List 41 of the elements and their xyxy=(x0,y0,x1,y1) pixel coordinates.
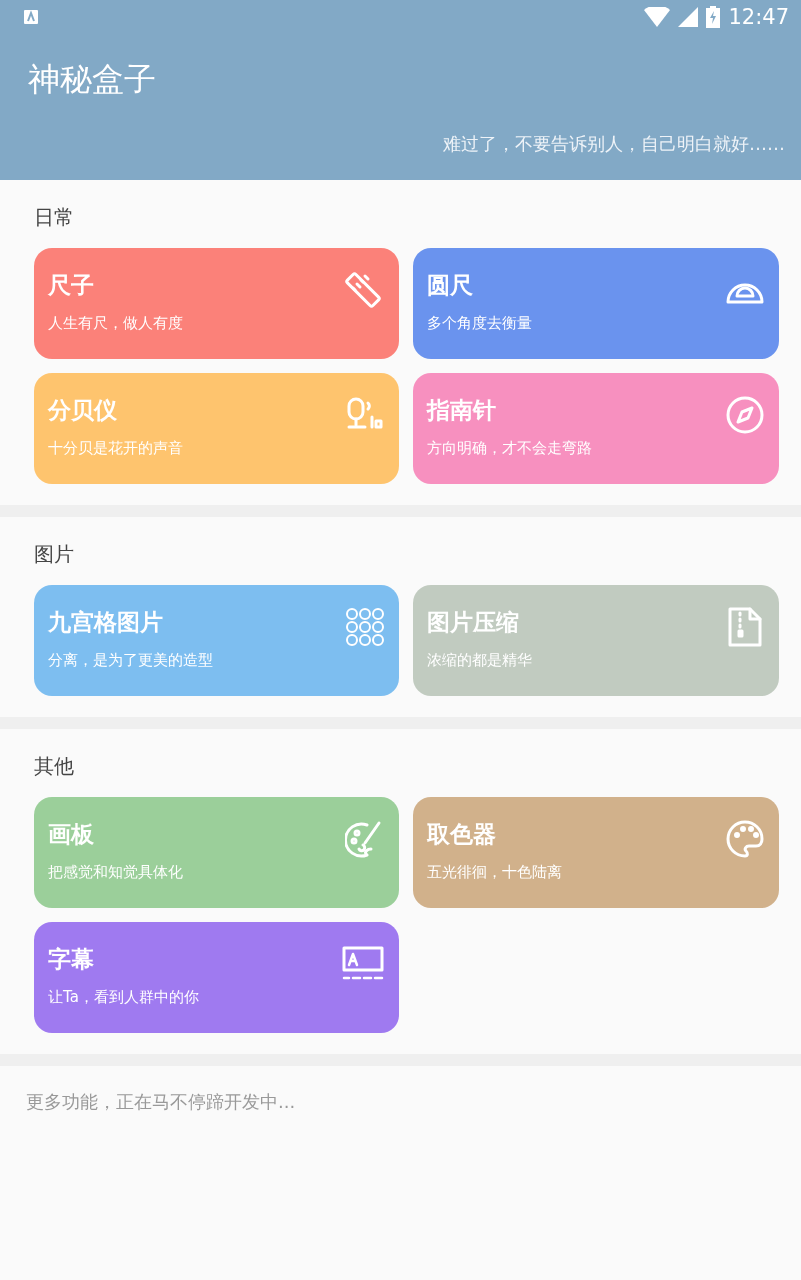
card-subtitle: 多个角度去衡量 xyxy=(427,314,532,333)
card-subtitle: 浓缩的都是精华 xyxy=(427,651,532,670)
clock: 12:47 xyxy=(728,5,789,29)
tool-card[interactable]: 图片压缩 浓缩的都是精华 xyxy=(413,585,779,696)
tool-card[interactable]: 指南针 方向明确，才不会走弯路 xyxy=(413,373,779,484)
card-title: 图片压缩 xyxy=(427,608,519,637)
card-title: 九宫格图片 xyxy=(48,608,163,637)
card-subtitle: 分离，是为了更美的造型 xyxy=(48,651,213,670)
card-subtitle: 人生有尺，做人有度 xyxy=(48,314,183,333)
card-subtitle: 五光徘徊，十色陆离 xyxy=(427,863,562,882)
tool-card[interactable]: 画板 把感觉和知觉具体化 xyxy=(34,797,399,908)
tool-card[interactable]: 取色器 五光徘徊，十色陆离 xyxy=(413,797,779,908)
card-title: 画板 xyxy=(48,820,94,849)
card-title: 字幕 xyxy=(48,945,94,974)
card-title: 圆尺 xyxy=(427,271,473,300)
compass-icon xyxy=(725,395,765,435)
card-title: 尺子 xyxy=(48,271,94,300)
wifi-icon xyxy=(644,7,671,27)
tool-card[interactable]: 分贝仪 十分贝是花开的声音 xyxy=(34,373,399,484)
section-title: 日常 xyxy=(34,203,75,231)
card-title: 分贝仪 xyxy=(48,396,117,425)
grid-icon xyxy=(345,607,385,647)
card-subtitle: 把感觉和知觉具体化 xyxy=(48,863,183,882)
section-title: 图片 xyxy=(34,540,75,568)
section-title: 其他 xyxy=(34,752,75,780)
card-subtitle: 十分贝是花开的声音 xyxy=(48,439,183,458)
tool-card[interactable]: 字幕 让Ta，看到人群中的你 xyxy=(34,922,399,1033)
palette-icon xyxy=(725,819,765,859)
signal-icon xyxy=(678,7,699,27)
card-subtitle: 让Ta，看到人群中的你 xyxy=(48,988,199,1007)
header-subtitle: 难过了，不要告诉别人，自己明白就好…… xyxy=(442,132,786,156)
tool-card[interactable]: 九宫格图片 分离，是为了更美的造型 xyxy=(34,585,399,696)
notification-icon xyxy=(24,10,38,24)
footer-note: 更多功能，正在马不停蹄开发中... xyxy=(26,1091,296,1112)
card-title: 指南针 xyxy=(427,396,496,425)
tool-card[interactable]: 圆尺 多个角度去衡量 xyxy=(413,248,779,359)
battery-icon xyxy=(706,6,721,28)
card-title: 取色器 xyxy=(427,820,496,849)
card-subtitle: 方向明确，才不会走弯路 xyxy=(427,439,592,458)
app-title: 神秘盒子 xyxy=(27,59,157,100)
tool-card[interactable]: 尺子 人生有尺，做人有度 xyxy=(34,248,399,359)
